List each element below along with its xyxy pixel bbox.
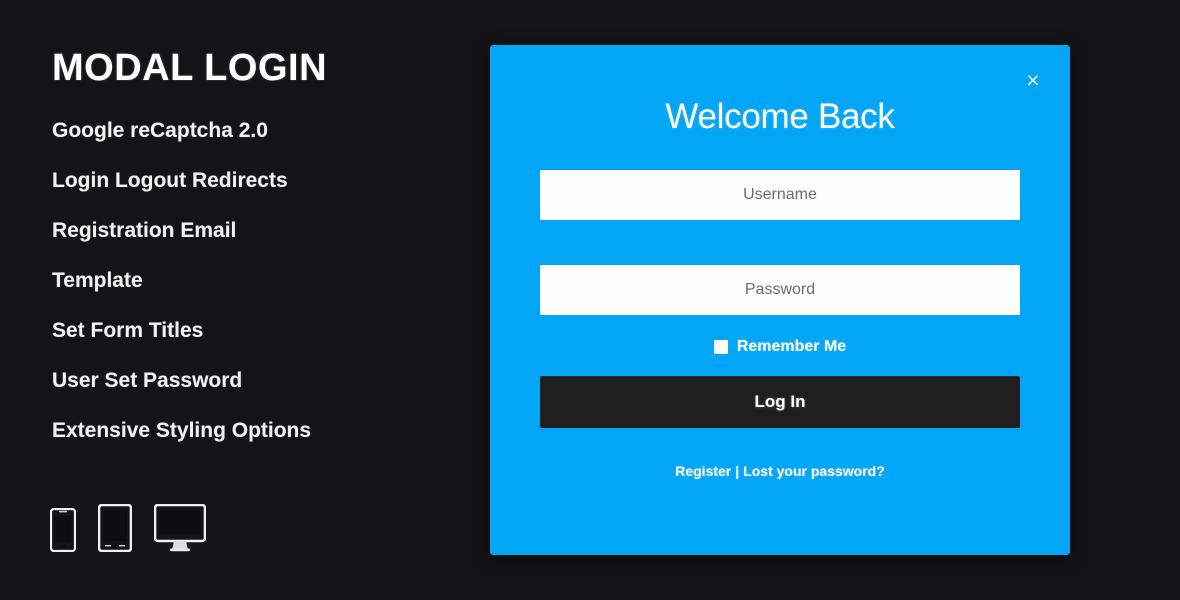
remember-me-label[interactable]: Remember Me xyxy=(737,338,846,356)
username-input[interactable] xyxy=(540,170,1020,220)
list-item: Template xyxy=(52,268,143,292)
modal-title: Welcome Back xyxy=(665,97,895,136)
desktop-monitor-icon xyxy=(153,503,207,557)
close-icon[interactable]: × xyxy=(1020,67,1046,93)
list-item: Registration Email xyxy=(52,218,237,242)
remember-me-row[interactable]: Remember Me xyxy=(540,338,1020,356)
register-link[interactable]: Register xyxy=(675,463,731,479)
login-button[interactable]: Log In xyxy=(540,376,1020,428)
feature-list: Google reCaptcha 2.0 Login Logout Redire… xyxy=(52,120,452,441)
modal-footer-links: Register | Lost your password? xyxy=(540,463,1020,479)
list-item: Set Form Titles xyxy=(52,318,204,342)
device-compatibility-row xyxy=(49,503,207,557)
tablet-icon xyxy=(97,503,133,557)
list-item: Google reCaptcha 2.0 xyxy=(52,118,268,142)
list-item: Login Logout Redirects xyxy=(52,168,288,192)
list-item: User Set Password xyxy=(52,368,243,392)
lost-password-link[interactable]: Lost your password? xyxy=(743,463,885,479)
page-title: MODAL LOGIN xyxy=(52,47,328,89)
remember-me-checkbox[interactable] xyxy=(713,340,728,354)
mobile-phone-icon xyxy=(49,507,77,557)
promo-panel: MODAL LOGIN Google reCaptcha 2.0 Login L… xyxy=(52,47,452,470)
footer-separator: | xyxy=(735,463,740,479)
password-input[interactable] xyxy=(540,265,1020,315)
login-modal: × Welcome Back Remember Me Log In Regist… xyxy=(490,45,1070,555)
list-item: Extensive Styling Options xyxy=(52,418,312,442)
